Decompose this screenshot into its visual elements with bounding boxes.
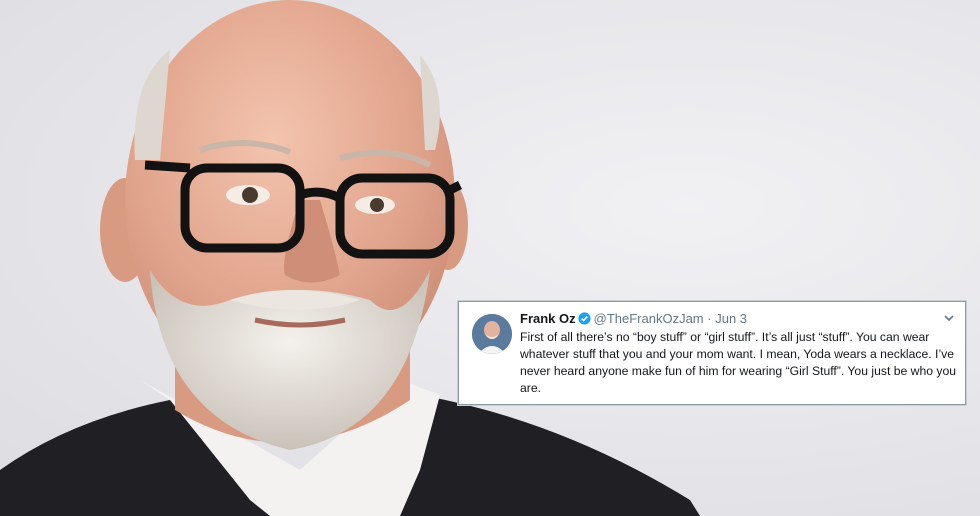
avatar-photo-icon [472,314,512,354]
chevron-down-icon[interactable] [942,311,956,325]
tweet-text: First of all there’s no “boy stuff” or “… [520,330,957,395]
tweet-header: Frank Oz @TheFrankOzJam · Jun 3 [520,311,936,327]
portrait-photo [0,0,700,516]
tweet-date[interactable]: Jun 3 [715,311,747,326]
separator-dot: · [707,311,712,326]
tweet-card: Frank Oz @TheFrankOzJam · Jun 3 First of … [457,300,967,406]
avatar[interactable] [472,314,512,354]
author-handle[interactable]: @TheFrankOzJam [594,311,704,326]
verified-badge-icon [578,312,591,325]
author-name[interactable]: Frank Oz [520,311,576,326]
meme-image: Frank Oz @TheFrankOzJam · Jun 3 First of … [0,0,980,516]
